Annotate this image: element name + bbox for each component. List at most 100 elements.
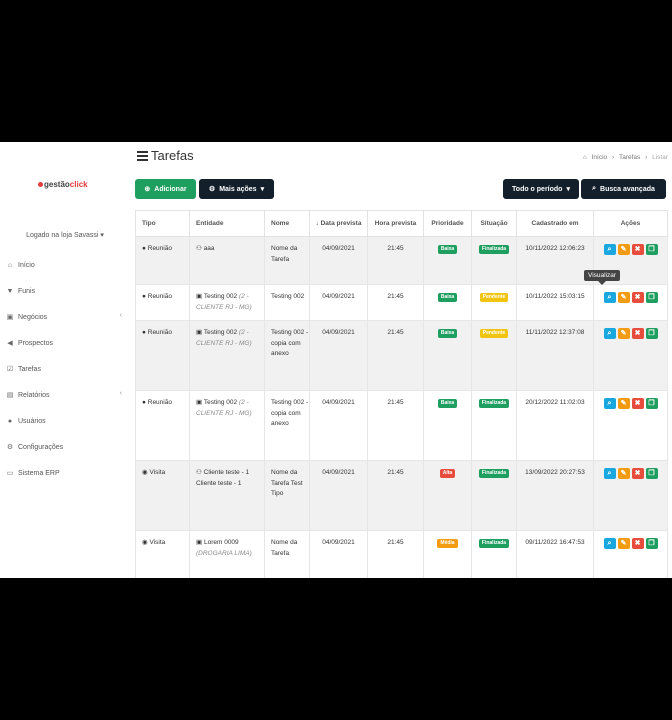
cell-tipo: ◉ Visita bbox=[135, 460, 190, 531]
view-button[interactable]: ⌕ bbox=[603, 328, 616, 339]
sidebar-item-tarefas[interactable]: ☑ Tarefas bbox=[0, 356, 130, 382]
breadcrumb-current: Listar bbox=[652, 154, 668, 161]
column-header-tipo[interactable]: Tipo bbox=[135, 210, 190, 237]
cell-tipo-text: Visita bbox=[149, 539, 166, 546]
delete-button[interactable]: ✖ bbox=[631, 328, 644, 339]
cell-entidade-text[interactable]: Testing 002 bbox=[204, 329, 237, 336]
plus-circle-icon: ⊕ bbox=[144, 186, 151, 193]
column-header-nome[interactable]: Nome bbox=[264, 210, 310, 237]
cell-hora-prevista: 21:45 bbox=[367, 320, 424, 391]
delete-button[interactable]: ✖ bbox=[631, 244, 644, 255]
sidebar-item-negocios[interactable]: ▣ Negócios ‹ bbox=[0, 304, 130, 330]
edit-button[interactable]: ✎ bbox=[617, 328, 630, 339]
search-icon: ⌕ bbox=[607, 470, 612, 477]
cell-entidade-text[interactable]: Testing 002 bbox=[204, 399, 237, 406]
store-selector[interactable]: Logado na loja Savassi ▾ bbox=[0, 231, 130, 239]
copy-button[interactable]: ❐ bbox=[645, 398, 658, 409]
column-header-data-prevista[interactable]: ↓ Data prevista bbox=[309, 210, 368, 237]
delete-button[interactable]: ✖ bbox=[631, 538, 644, 549]
users-icon: ⚇ bbox=[196, 469, 202, 476]
cell-entidade-text[interactable]: Lorem 0009 bbox=[204, 539, 239, 546]
cell-entidade: ⚇ Cliente teste - 1 Cliente teste - 1 bbox=[189, 460, 265, 531]
cell-entidade-text[interactable]: aaa bbox=[204, 245, 215, 252]
view-button[interactable]: ⌕ bbox=[603, 468, 616, 479]
breadcrumb-section[interactable]: Tarefas bbox=[619, 154, 640, 161]
priority-badge: Alta bbox=[439, 469, 456, 478]
delete-button[interactable]: ✖ bbox=[631, 292, 644, 303]
column-header-hora-prevista[interactable]: Hora prevista bbox=[367, 210, 424, 237]
advanced-search-button[interactable]: ⌕ Busca avançada bbox=[581, 179, 666, 199]
sidebar-item-prospectos[interactable]: ◀ Prospectos bbox=[0, 330, 130, 356]
chevron-left-icon: ‹ bbox=[119, 390, 122, 397]
edit-button[interactable]: ✎ bbox=[617, 538, 630, 549]
user-icon: ● bbox=[142, 399, 146, 406]
sidebar-item-inicio[interactable]: ⌂ Início bbox=[0, 252, 130, 278]
cell-entidade-text[interactable]: Testing 002 bbox=[204, 293, 237, 300]
logo[interactable]: gestãoclick bbox=[38, 180, 88, 189]
sidebar-item-label: Negócios bbox=[18, 313, 48, 321]
chevron-left-icon: ‹ bbox=[119, 312, 122, 319]
cell-tipo-text: Reunião bbox=[147, 399, 172, 406]
cell-tipo: ● Reunião bbox=[135, 320, 190, 391]
edit-button[interactable]: ✎ bbox=[617, 398, 630, 409]
column-header-data-prevista-label: Data prevista bbox=[320, 220, 362, 227]
cell-cadastrado-em: 11/11/2022 12:37:08 bbox=[516, 320, 594, 391]
tooltip: Visualizar bbox=[584, 270, 621, 285]
delete-button[interactable]: ✖ bbox=[631, 468, 644, 479]
breadcrumb-home[interactable]: Início bbox=[592, 154, 608, 161]
sidebar-item-sistema-erp[interactable]: ▭ Sistema ERP bbox=[0, 460, 130, 486]
copy-button[interactable]: ❐ bbox=[645, 244, 658, 255]
delete-button[interactable]: ✖ bbox=[631, 398, 644, 409]
table-row: ◉ Visita ▣ Lorem 0009 (DROGARIA LIMA) Nome… bbox=[135, 530, 668, 578]
copy-button[interactable]: ❐ bbox=[645, 538, 658, 549]
sidebar-item-configuracoes[interactable]: ⚙ Configurações bbox=[0, 434, 130, 460]
edit-button[interactable]: ✎ bbox=[617, 292, 630, 303]
view-button[interactable]: ⌕ bbox=[603, 538, 616, 549]
bullhorn-icon: ◀ bbox=[7, 340, 13, 347]
building-icon: ▣ bbox=[196, 399, 203, 406]
table-row: ● Reunião ▣ Testing 002 (2 - CLIENTE RJ -… bbox=[135, 320, 668, 391]
close-icon: ✖ bbox=[634, 470, 641, 477]
column-header-acoes: Ações bbox=[593, 210, 668, 237]
sidebar-item-usuarios[interactable]: ● Usuários bbox=[0, 408, 130, 434]
status-badge: Finalizada bbox=[478, 539, 510, 548]
close-icon: ✖ bbox=[634, 400, 641, 407]
cell-tipo: ◉ Visita bbox=[135, 530, 190, 578]
table-row: ◉ Visita ⚇ Cliente teste - 1 Cliente test… bbox=[135, 460, 668, 531]
cell-situacao: Finalizada bbox=[471, 390, 517, 461]
copy-button[interactable]: ❐ bbox=[645, 468, 658, 479]
user-icon: ● bbox=[142, 245, 146, 252]
copy-button[interactable]: ❐ bbox=[645, 328, 658, 339]
cell-entidade-text[interactable]: Cliente teste - 1 Cliente teste - 1 bbox=[196, 469, 249, 487]
tasks-table: Tipo Entidade Nome ↓ Data prevista Hora … bbox=[135, 210, 668, 578]
cell-data-prevista: 04/09/2021 bbox=[309, 530, 368, 578]
sidebar-item-funis[interactable]: ▼ Funis bbox=[0, 278, 130, 304]
breadcrumb-separator: › bbox=[645, 154, 648, 161]
cell-data-prevista: 04/09/2021 bbox=[309, 460, 368, 531]
app-window: gestãoclick Logado na loja Savassi ▾ ⌂ In… bbox=[0, 142, 672, 578]
view-button[interactable]: ⌕ bbox=[603, 292, 616, 303]
view-button[interactable]: ⌕ bbox=[603, 244, 616, 255]
cell-tipo: ● Reunião bbox=[135, 236, 190, 285]
cell-tipo-text: Visita bbox=[149, 469, 166, 476]
edit-button[interactable]: ✎ bbox=[617, 244, 630, 255]
close-icon: ✖ bbox=[634, 330, 641, 337]
column-header-situacao[interactable]: Situação bbox=[471, 210, 517, 237]
view-button[interactable]: ⌕ bbox=[603, 398, 616, 409]
cell-acoes: ⌕ ✎ ✖ ❐ bbox=[593, 320, 668, 391]
cell-acoes: ⌕ ✎ ✖ ❐ bbox=[593, 284, 668, 321]
copy-icon: ❐ bbox=[648, 400, 655, 407]
sidebar-item-label: Funis bbox=[18, 287, 36, 295]
more-actions-button[interactable]: ⚙ Mais ações ▾ bbox=[199, 179, 274, 199]
column-header-entidade[interactable]: Entidade bbox=[189, 210, 265, 237]
copy-button[interactable]: ❐ bbox=[645, 292, 658, 303]
cell-hora-prevista: 21:45 bbox=[367, 390, 424, 461]
period-dropdown[interactable]: Todo o período ▾ bbox=[503, 179, 579, 199]
cell-entidade: ▣ Testing 002 (2 - CLIENTE RJ - MG) bbox=[189, 320, 265, 391]
column-header-cadastrado-em[interactable]: Cadastrado em bbox=[516, 210, 594, 237]
priority-badge: Baixa bbox=[437, 399, 458, 408]
column-header-prioridade[interactable]: Prioridade bbox=[423, 210, 472, 237]
edit-button[interactable]: ✎ bbox=[617, 468, 630, 479]
add-button[interactable]: ⊕ Adicionar bbox=[135, 179, 196, 199]
sidebar-item-relatorios[interactable]: ▤ Relatórios ‹ bbox=[0, 382, 130, 408]
